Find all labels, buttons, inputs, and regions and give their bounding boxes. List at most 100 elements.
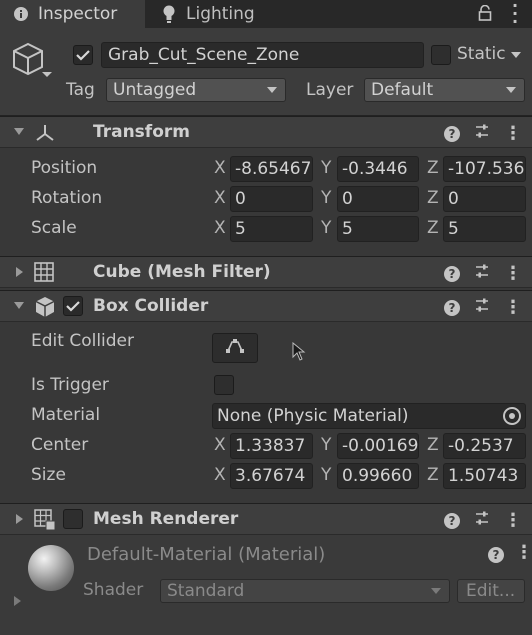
info-icon bbox=[12, 5, 30, 23]
shader-value: Standard bbox=[167, 581, 245, 601]
help-icon[interactable]: ? bbox=[444, 299, 460, 316]
object-name-field[interactable]: Grab_Cut_Scene_Zone bbox=[101, 42, 424, 68]
is-trigger-label: Is Trigger bbox=[31, 375, 109, 395]
mesh-renderer-header[interactable]: Mesh Renderer ? ⋮ bbox=[0, 503, 532, 535]
box-collider-icon bbox=[34, 296, 56, 323]
tab-lighting[interactable]: Lighting bbox=[150, 0, 300, 28]
position-z-label: Z bbox=[427, 158, 439, 178]
preset-icon[interactable] bbox=[474, 297, 490, 318]
foldout-collapsed-icon[interactable] bbox=[16, 267, 23, 277]
scale-x-label: X bbox=[214, 218, 226, 238]
size-label: Size bbox=[31, 465, 66, 485]
center-label: Center bbox=[31, 435, 89, 455]
scale-y-field[interactable]: 5 bbox=[337, 216, 419, 242]
edit-collider-button[interactable] bbox=[212, 333, 258, 363]
component-menu-icon[interactable]: ⋮ bbox=[504, 298, 522, 316]
material-foldout-collapsed-icon[interactable] bbox=[14, 596, 21, 606]
static-dropdown-arrow-icon[interactable] bbox=[511, 52, 521, 58]
tab-bar: Inspector Lighting · · · bbox=[0, 0, 532, 30]
foldout-expanded-icon[interactable] bbox=[14, 302, 24, 309]
material-help-icon[interactable]: ? bbox=[488, 547, 504, 563]
component-menu-icon[interactable]: ⋮ bbox=[504, 124, 522, 142]
preset-icon[interactable] bbox=[474, 123, 490, 144]
material-label: Material bbox=[31, 405, 101, 425]
center-x-label: X bbox=[214, 435, 226, 455]
size-y-field[interactable]: 0.99660 bbox=[337, 463, 419, 489]
rotation-label: Rotation bbox=[31, 188, 103, 208]
position-y-label: Y bbox=[321, 158, 332, 178]
size-z-label: Z bbox=[427, 465, 439, 485]
layer-dropdown[interactable]: Default bbox=[364, 78, 525, 102]
material-preview-sphere[interactable] bbox=[28, 545, 74, 591]
active-checkbox[interactable] bbox=[73, 45, 93, 65]
transform-title: Transform bbox=[93, 122, 190, 142]
scale-z-label: Z bbox=[427, 218, 439, 238]
box-collider-header[interactable]: Box Collider ? ⋮ bbox=[0, 290, 532, 322]
tab-menu-icon[interactable]: · · · bbox=[512, 0, 518, 30]
mesh-renderer-title: Mesh Renderer bbox=[93, 509, 239, 529]
size-y-label: Y bbox=[321, 465, 332, 485]
layer-value: Default bbox=[371, 80, 434, 100]
box-collider-title: Box Collider bbox=[93, 296, 209, 316]
chevron-down-icon bbox=[506, 87, 516, 93]
chevron-down-icon bbox=[267, 87, 277, 93]
scale-y-label: Y bbox=[321, 218, 332, 238]
scale-x-field[interactable]: 5 bbox=[230, 216, 313, 242]
rotation-y-field[interactable]: 0 bbox=[337, 186, 419, 212]
inspector-window: Inspector Lighting · · · Grab_Cut_Scene_Zo… bbox=[0, 0, 532, 635]
size-z-field[interactable]: 1.50743 bbox=[443, 463, 526, 489]
static-checkbox[interactable] bbox=[431, 45, 451, 65]
tab-lighting-label: Lighting bbox=[186, 4, 255, 24]
rotation-x-field[interactable]: 0 bbox=[230, 186, 313, 212]
mouse-cursor-icon bbox=[292, 341, 306, 367]
object-picker-icon[interactable] bbox=[503, 407, 521, 425]
scale-z-field[interactable]: 5 bbox=[443, 216, 526, 242]
component-menu-icon[interactable]: ⋮ bbox=[504, 511, 522, 529]
lock-icon[interactable] bbox=[478, 4, 492, 26]
center-y-field[interactable]: -0.00169 bbox=[337, 433, 419, 459]
position-x-label: X bbox=[214, 158, 226, 178]
shader-dropdown[interactable]: Standard bbox=[160, 579, 450, 603]
box-collider-enabled-checkbox[interactable] bbox=[63, 296, 83, 316]
gameobject-cube-icon[interactable] bbox=[10, 40, 52, 87]
mesh-filter-header[interactable]: Cube (Mesh Filter) ? ⋮ bbox=[0, 256, 532, 288]
rotation-z-label: Z bbox=[427, 188, 439, 208]
tag-dropdown[interactable]: Untagged bbox=[106, 78, 286, 102]
mesh-renderer-enabled-checkbox[interactable] bbox=[63, 509, 83, 529]
material-name: Default-Material (Material) bbox=[87, 544, 326, 565]
is-trigger-checkbox[interactable] bbox=[214, 375, 234, 395]
mesh-renderer-icon bbox=[34, 509, 56, 536]
center-x-field[interactable]: 1.33837 bbox=[230, 433, 313, 459]
static-label: Static bbox=[457, 44, 506, 64]
help-icon[interactable]: ? bbox=[444, 265, 460, 282]
shader-label: Shader bbox=[83, 580, 144, 600]
component-menu-icon[interactable]: ⋮ bbox=[504, 264, 522, 282]
position-y-field[interactable]: -0.3446 bbox=[337, 156, 419, 182]
foldout-expanded-icon[interactable] bbox=[14, 128, 24, 135]
edit-collider-label: Edit Collider bbox=[31, 331, 135, 351]
chevron-down-icon bbox=[431, 588, 441, 594]
foldout-collapsed-icon[interactable] bbox=[16, 514, 23, 524]
help-icon[interactable]: ? bbox=[444, 512, 460, 529]
tab-inspector[interactable]: Inspector bbox=[0, 0, 145, 28]
mesh-grid-icon bbox=[34, 262, 54, 287]
position-label: Position bbox=[31, 158, 98, 178]
transform-header[interactable]: Transform ? ⋮ bbox=[0, 116, 532, 148]
position-z-field[interactable]: -107.536 bbox=[443, 156, 526, 182]
size-x-field[interactable]: 3.67674 bbox=[230, 463, 313, 489]
physic-material-field[interactable]: None (Physic Material) bbox=[212, 403, 526, 429]
preset-icon[interactable] bbox=[474, 263, 490, 284]
shader-edit-button[interactable]: Edit... bbox=[457, 579, 525, 603]
preset-icon[interactable] bbox=[474, 510, 490, 531]
rotation-z-field[interactable]: 0 bbox=[443, 186, 526, 212]
size-x-label: X bbox=[214, 465, 226, 485]
material-menu-icon[interactable]: ⋮ bbox=[515, 544, 532, 562]
rotation-y-label: Y bbox=[321, 188, 332, 208]
transform-icon bbox=[34, 123, 56, 148]
center-z-field[interactable]: -0.2537 bbox=[443, 433, 526, 459]
position-x-field[interactable]: -8.65467 bbox=[230, 156, 313, 182]
physic-material-value: None (Physic Material) bbox=[217, 406, 409, 426]
help-icon[interactable]: ? bbox=[444, 125, 460, 142]
center-y-label: Y bbox=[321, 435, 332, 455]
center-z-label: Z bbox=[427, 435, 439, 455]
